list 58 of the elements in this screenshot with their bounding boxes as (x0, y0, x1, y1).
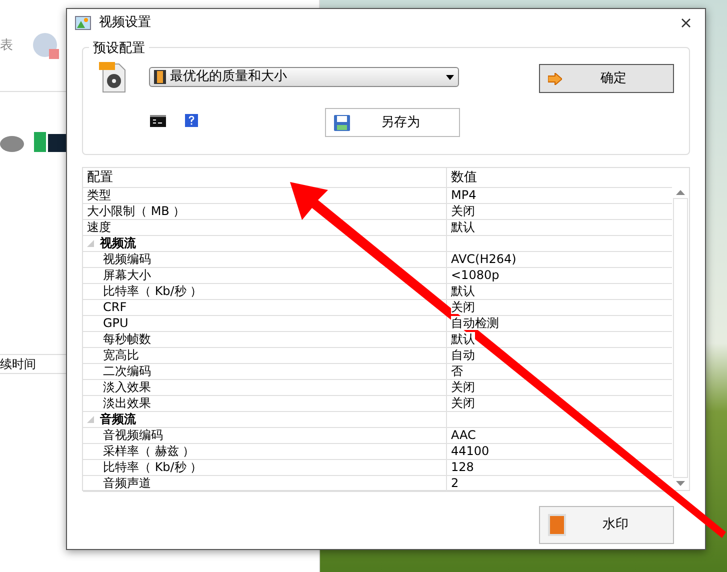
scroll-up-icon[interactable] (676, 190, 685, 195)
setting-value: 关闭 (451, 380, 475, 394)
setting-name: 比特率（ Kb/秒 ） (103, 284, 202, 298)
watermark-button[interactable]: 水印 (539, 506, 674, 544)
close-icon[interactable] (681, 18, 691, 28)
setting-value: 自动检测 (451, 316, 499, 330)
setting-value: AVC(H264) (451, 252, 516, 266)
mp4-file-icon (99, 62, 127, 94)
setting-value: 44100 (451, 444, 490, 458)
setting-value: 关闭 (451, 300, 475, 314)
setting-value: 关闭 (451, 204, 475, 218)
setting-value: AAC (451, 428, 476, 442)
caret-icon (446, 74, 454, 80)
scroll-down-icon[interactable] (676, 481, 685, 486)
setting-value: 128 (451, 460, 474, 474)
column-header: 配置 (87, 170, 113, 185)
setting-value: <1080p (451, 268, 500, 282)
toolbar-label: 表 (0, 36, 13, 55)
setting-value: 默认 (451, 284, 475, 298)
picture-icon (75, 16, 91, 30)
setting-name: 屏幕大小 (103, 268, 151, 282)
setting-name: 采样率（ 赫兹 ） (103, 444, 195, 458)
setting-value: 默认 (451, 332, 475, 346)
console-icon[interactable] (150, 115, 166, 127)
arrow-icon (548, 72, 562, 84)
setting-value: 自动 (451, 348, 475, 362)
preset-dropdown[interactable]: 最优化的质量和大小 (149, 67, 459, 87)
app-icon[interactable] (31, 30, 61, 60)
setting-name: 淡入效果 (103, 380, 151, 394)
setting-name: 类型 (87, 188, 111, 202)
help-icon[interactable] (185, 114, 198, 127)
device-icons-drawing (0, 130, 66, 154)
setting-name: 大小限制（ MB ） (87, 204, 186, 218)
setting-name: 音频声道 (103, 476, 151, 490)
film-icon (154, 70, 166, 84)
setting-value: 2 (451, 476, 459, 490)
setting-name: 二次编码 (103, 364, 151, 378)
column-header: 数值 (451, 170, 477, 185)
setting-name: 每秒帧数 (103, 332, 151, 346)
setting-name: 音视频编码 (103, 428, 163, 442)
setting-name: 比特率（ Kb/秒 ） (103, 460, 202, 474)
save-as-button[interactable]: 另存为 (325, 108, 460, 137)
setting-name: 速度 (87, 220, 111, 234)
setting-name: CRF (103, 300, 127, 314)
column-header: 续时间 (0, 357, 36, 371)
setting-value: MP4 (451, 188, 476, 202)
setting-name: 淡出效果 (103, 396, 151, 410)
setting-name: 宽高比 (103, 348, 139, 362)
window-title: 视频设置 (99, 14, 151, 32)
setting-value: 关闭 (451, 396, 475, 410)
setting-name: GPU (103, 316, 128, 330)
ok-button[interactable]: 确定 (539, 64, 674, 93)
setting-value: 否 (451, 364, 463, 378)
picture-frame-icon (548, 514, 566, 536)
setting-value: 默认 (451, 220, 475, 234)
group-name: 音频流 (100, 412, 136, 427)
setting-name: 视频编码 (103, 252, 151, 266)
group-name: 视频流 (100, 236, 136, 251)
